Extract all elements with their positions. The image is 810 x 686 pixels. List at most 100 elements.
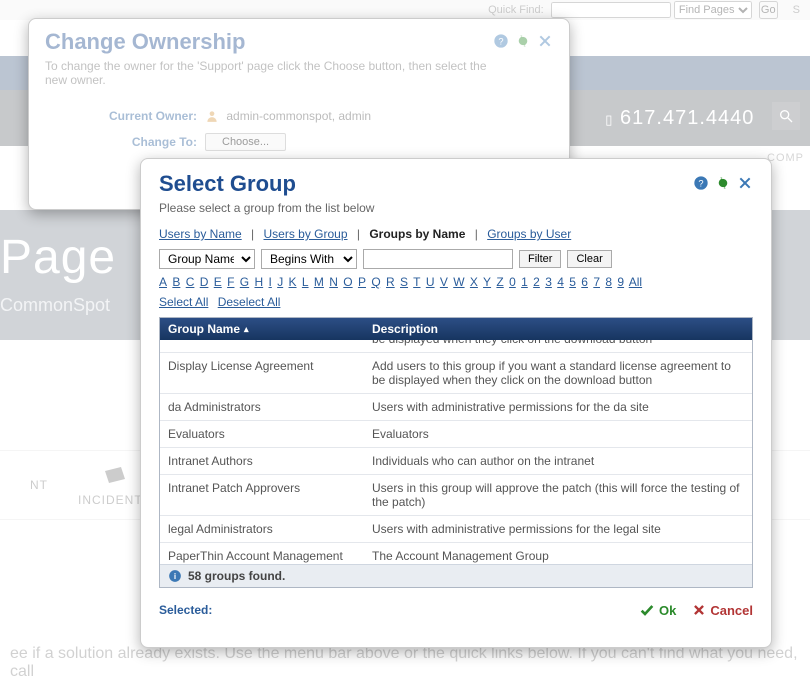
cancel-label: Cancel (710, 603, 753, 618)
group-desc-cell: Users in this group will approve the pat… (364, 481, 752, 509)
group-name-cell (160, 340, 364, 346)
user-icon (205, 109, 223, 123)
current-owner-value: admin-commonspot, admin (226, 109, 371, 123)
group-title: Select Group (159, 171, 374, 197)
alpha-link-c[interactable]: C (186, 275, 195, 289)
refresh-icon[interactable] (715, 175, 731, 194)
alpha-link-b[interactable]: B (172, 275, 180, 289)
group-desc-cell: The Account Management Group (364, 549, 752, 563)
change-to-label: Change To: (85, 135, 205, 149)
table-row[interactable]: Intranet Patch ApproversUsers in this gr… (160, 474, 752, 515)
alpha-link-m[interactable]: M (314, 275, 324, 289)
groups-found-text: 58 groups found. (188, 569, 285, 583)
close-icon[interactable] (537, 33, 553, 52)
alpha-link-q[interactable]: Q (371, 275, 380, 289)
alpha-link-7[interactable]: 7 (593, 275, 600, 289)
group-name-cell: Intranet Authors (160, 454, 364, 468)
close-icon[interactable] (737, 175, 753, 194)
tab-users-by-name[interactable]: Users by Name (159, 227, 242, 241)
alpha-link-p[interactable]: P (358, 275, 366, 289)
tab-groups-by-user[interactable]: Groups by User (487, 227, 571, 241)
alpha-link-8[interactable]: 8 (605, 275, 612, 289)
alpha-link-l[interactable]: L (302, 275, 309, 289)
alpha-link-j[interactable]: J (277, 275, 283, 289)
table-row[interactable]: be displayed when they click on the down… (160, 340, 752, 352)
alpha-link-all[interactable]: All (629, 275, 642, 289)
svg-text:?: ? (698, 178, 703, 188)
table-row[interactable]: EvaluatorsEvaluators (160, 420, 752, 447)
refresh-icon[interactable] (515, 33, 531, 52)
alpha-link-k[interactable]: K (289, 275, 297, 289)
current-owner-label: Current Owner: (85, 109, 205, 123)
alpha-link-g[interactable]: G (240, 275, 249, 289)
table-row[interactable]: Display License AgreementAdd users to th… (160, 352, 752, 393)
alpha-link-d[interactable]: D (200, 275, 209, 289)
svg-text:i: i (174, 572, 176, 581)
group-subtitle: Please select a group from the list belo… (159, 201, 374, 215)
filter-op-select[interactable]: Begins With (261, 249, 357, 269)
alpha-link-y[interactable]: Y (483, 275, 491, 289)
group-desc-cell: Users with administrative permissions fo… (364, 400, 752, 414)
filter-button[interactable]: Filter (519, 250, 561, 268)
tab-users-by-group[interactable]: Users by Group (264, 227, 348, 241)
grid-header: Group Name ▴ Description (160, 318, 752, 340)
alpha-link-i[interactable]: I (269, 275, 272, 289)
deselect-all-link[interactable]: Deselect All (218, 295, 281, 309)
alpha-link-6[interactable]: 6 (581, 275, 588, 289)
group-desc-cell: Users with administrative permissions fo… (364, 522, 752, 536)
help-icon[interactable]: ? (693, 175, 709, 194)
alpha-link-0[interactable]: 0 (509, 275, 516, 289)
table-row[interactable]: legal AdministratorsUsers with administr… (160, 515, 752, 542)
alpha-link-9[interactable]: 9 (617, 275, 624, 289)
table-row[interactable]: Intranet AuthorsIndividuals who can auth… (160, 447, 752, 474)
info-icon: i (168, 569, 182, 583)
alpha-link-t[interactable]: T (413, 275, 420, 289)
ok-label: Ok (659, 603, 676, 618)
svg-text:?: ? (498, 36, 503, 46)
alpha-link-z[interactable]: Z (496, 275, 503, 289)
check-icon (639, 602, 655, 618)
alpha-link-o[interactable]: O (343, 275, 352, 289)
group-name-cell: Intranet Patch Approvers (160, 481, 364, 509)
alpha-link-w[interactable]: W (453, 275, 464, 289)
alpha-link-1[interactable]: 1 (521, 275, 528, 289)
alpha-link-x[interactable]: X (470, 275, 478, 289)
alpha-link-f[interactable]: F (227, 275, 234, 289)
ok-button[interactable]: Ok (639, 602, 676, 618)
alpha-link-e[interactable]: E (214, 275, 222, 289)
group-desc-cell: Individuals who can author on the intran… (364, 454, 752, 468)
alpha-link-u[interactable]: U (426, 275, 435, 289)
filter-field-select[interactable]: Group Name (159, 249, 255, 269)
col-header-group-name[interactable]: Group Name ▴ (160, 322, 364, 336)
x-icon (692, 603, 706, 617)
group-name-cell: legal Administrators (160, 522, 364, 536)
alpha-link-2[interactable]: 2 (533, 275, 540, 289)
select-group-dialog: Select Group Please select a group from … (140, 158, 772, 648)
group-name-cell: PaperThin Account Management (160, 549, 364, 563)
alpha-link-n[interactable]: N (329, 275, 338, 289)
tab-groups-by-name[interactable]: Groups by Name (369, 227, 465, 241)
select-all-link[interactable]: Select All (159, 295, 208, 309)
choose-button[interactable]: Choose... (205, 133, 286, 151)
alpha-link-s[interactable]: S (400, 275, 408, 289)
cancel-button[interactable]: Cancel (692, 602, 753, 618)
table-row[interactable]: PaperThin Account ManagementThe Account … (160, 542, 752, 564)
help-icon[interactable]: ? (493, 33, 509, 52)
grid-body[interactable]: be displayed when they click on the down… (160, 340, 752, 564)
group-desc-cell: be displayed when they click on the down… (364, 340, 752, 346)
alpha-link-r[interactable]: R (386, 275, 395, 289)
table-row[interactable]: da AdministratorsUsers with administrati… (160, 393, 752, 420)
col-header-description[interactable]: Description (364, 322, 752, 336)
alpha-link-5[interactable]: 5 (569, 275, 576, 289)
alpha-link-4[interactable]: 4 (557, 275, 564, 289)
alpha-link-3[interactable]: 3 (545, 275, 552, 289)
filter-text-input[interactable] (363, 249, 513, 269)
groups-grid: Group Name ▴ Description be displayed wh… (159, 317, 753, 588)
sort-asc-icon: ▴ (244, 324, 249, 335)
alpha-link-a[interactable]: A (159, 275, 167, 289)
clear-button[interactable]: Clear (567, 250, 611, 268)
alpha-link-h[interactable]: H (254, 275, 263, 289)
group-name-cell: da Administrators (160, 400, 364, 414)
alpha-link-v[interactable]: V (440, 275, 448, 289)
alpha-index: A B C D E F G H I J K L M N O P Q R S T … (159, 275, 753, 289)
